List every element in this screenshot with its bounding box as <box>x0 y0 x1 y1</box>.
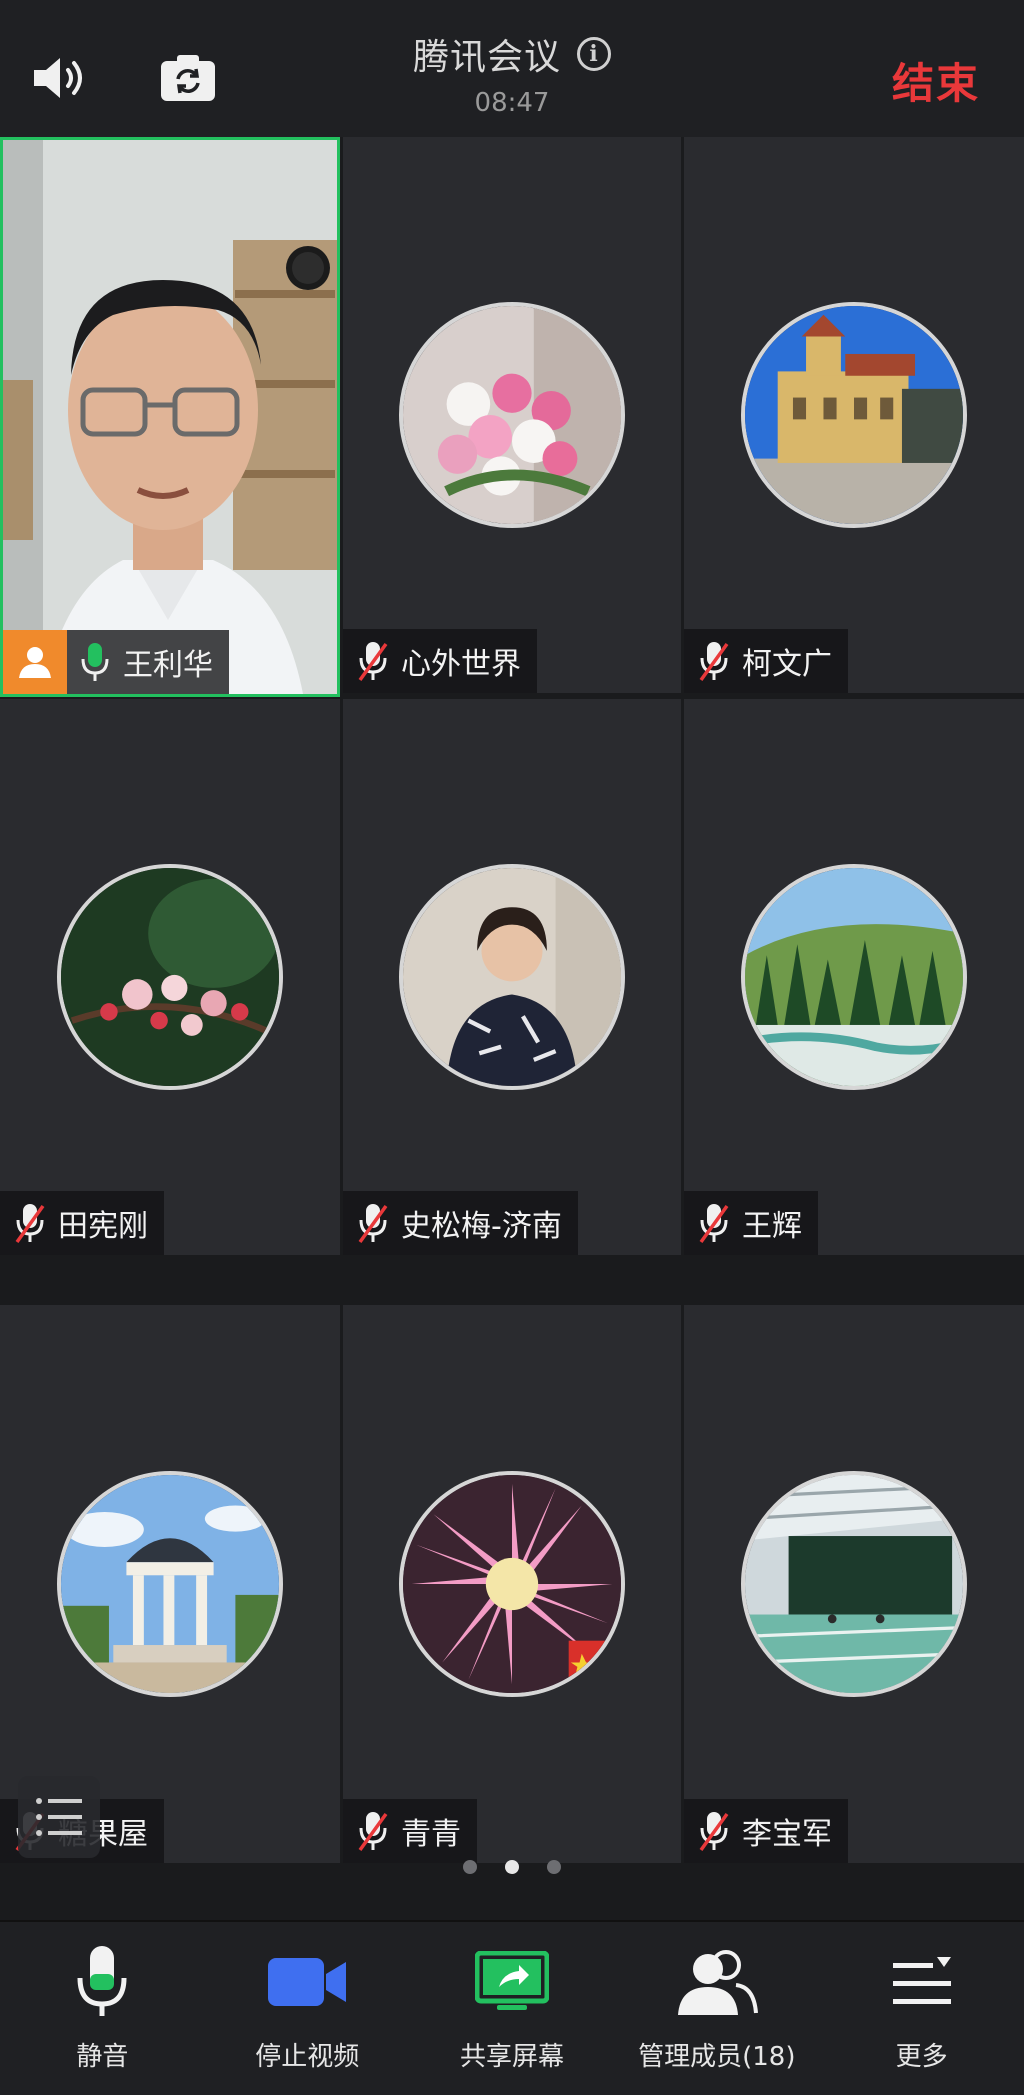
share-screen-icon <box>474 1940 549 2024</box>
top-bar: 腾讯会议 i 08:47 结束 <box>0 0 1024 137</box>
mic-muted-icon <box>696 1809 732 1853</box>
participant-tile[interactable]: 青青 <box>343 1305 681 1863</box>
page-dot[interactable] <box>463 1860 477 1874</box>
participant-video <box>3 140 337 694</box>
bottom-toolbar: 静音 停止视频 共享屏幕 管理成员(18) 更多 <box>0 1920 1024 2095</box>
mic-muted-icon <box>355 1809 391 1853</box>
share-screen-button[interactable]: 共享屏幕 <box>410 1922 615 2095</box>
participant-tile[interactable]: 田宪刚 <box>0 699 340 1255</box>
manage-members-button[interactable]: 管理成员(18) <box>614 1922 819 2095</box>
more-button[interactable]: 更多 <box>819 1922 1024 2095</box>
participant-avatar <box>399 864 625 1090</box>
participant-avatar <box>741 1471 967 1697</box>
mic-muted-icon <box>12 1201 48 1245</box>
end-meeting-button[interactable]: 结束 <box>892 50 980 111</box>
meeting-header: 腾讯会议 i 08:47 <box>0 28 1024 118</box>
mic-muted-icon <box>355 1201 391 1245</box>
participant-tile[interactable]: 王利华 <box>0 137 340 697</box>
participant-namebar: 李宝军 <box>684 1799 848 1863</box>
mute-label: 静音 <box>76 2042 129 2072</box>
participant-avatar <box>399 302 625 528</box>
manage-members-label: 管理成员(18) <box>638 2042 796 2072</box>
participant-namebar: 柯文广 <box>684 629 848 693</box>
participant-namebar: 青青 <box>343 1799 477 1863</box>
participant-avatar <box>57 1471 283 1697</box>
participant-namebar: 田宪刚 <box>0 1191 164 1255</box>
participant-name: 青青 <box>401 1817 461 1852</box>
participant-tile[interactable]: 李宝军 <box>684 1305 1024 1863</box>
participant-grid: 王利华 心外世界 柯文广 田宪刚 史松梅-济南 王辉 糖果屋 青青 李宝军 <box>0 137 1024 1911</box>
participant-avatar <box>399 1471 625 1697</box>
participant-avatar <box>57 864 283 1090</box>
participant-avatar <box>741 302 967 528</box>
participant-namebar: 心外世界 <box>343 629 537 693</box>
participant-avatar <box>741 864 967 1090</box>
list-icon <box>36 1798 82 1836</box>
meeting-title-text: 腾讯会议 <box>412 37 561 78</box>
participant-name: 田宪刚 <box>58 1209 148 1244</box>
stop-video-label: 停止视频 <box>255 2042 360 2072</box>
participant-name: 李宝军 <box>742 1817 832 1852</box>
page-dot[interactable] <box>547 1860 561 1874</box>
members-icon <box>676 1940 758 2024</box>
participant-namebar: 王利华 <box>3 630 229 694</box>
host-icon <box>3 630 67 694</box>
mic-muted-icon <box>696 1201 732 1245</box>
mic-on-icon <box>77 640 113 684</box>
participant-namebar: 史松梅-济南 <box>343 1191 578 1255</box>
page-dot-active[interactable] <box>505 1860 519 1874</box>
participant-tile[interactable]: 史松梅-济南 <box>343 699 681 1255</box>
participant-name: 王辉 <box>742 1209 802 1244</box>
mic-muted-icon <box>355 639 391 683</box>
page-indicator <box>0 1860 1024 1874</box>
meeting-title[interactable]: 腾讯会议 i <box>413 28 611 80</box>
participant-tile[interactable]: 心外世界 <box>343 137 681 693</box>
share-screen-label: 共享屏幕 <box>459 2042 564 2072</box>
more-label: 更多 <box>895 2042 948 2072</box>
info-icon[interactable]: i <box>577 37 611 71</box>
participant-name: 王利华 <box>123 648 213 683</box>
member-list-toggle[interactable] <box>18 1776 100 1858</box>
participant-namebar: 王辉 <box>684 1191 818 1255</box>
participant-name: 柯文广 <box>742 647 832 682</box>
meeting-duration: 08:47 <box>474 88 550 118</box>
mic-muted-icon <box>696 639 732 683</box>
participant-name: 心外世界 <box>401 647 521 682</box>
participant-name: 史松梅-济南 <box>401 1209 562 1244</box>
video-camera-icon <box>266 1940 348 2024</box>
stop-video-button[interactable]: 停止视频 <box>205 1922 410 2095</box>
participant-tile[interactable]: 王辉 <box>684 699 1024 1255</box>
participant-tile[interactable]: 柯文广 <box>684 137 1024 693</box>
more-menu-icon <box>889 1940 955 2024</box>
mute-button[interactable]: 静音 <box>0 1922 205 2095</box>
microphone-icon <box>74 1940 130 2024</box>
